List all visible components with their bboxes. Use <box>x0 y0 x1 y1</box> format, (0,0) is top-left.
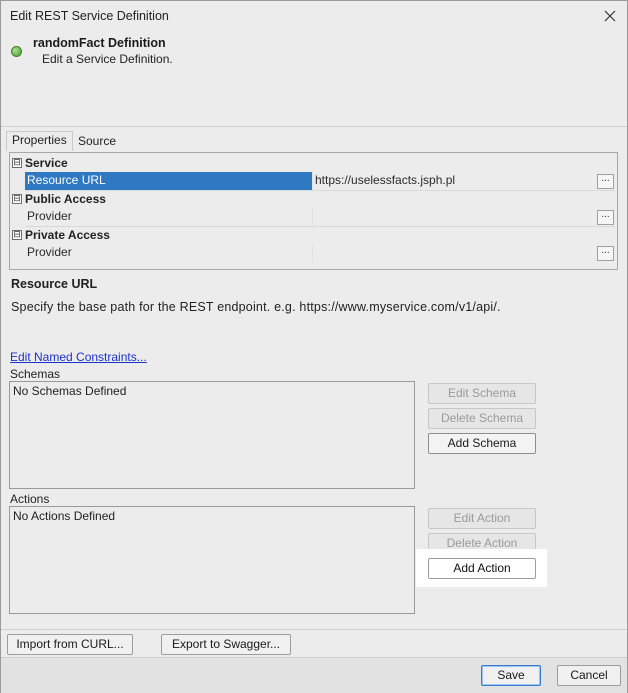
edit-named-constraints-link[interactable]: Edit Named Constraints... <box>10 350 147 364</box>
category-label: Service <box>25 156 68 170</box>
cancel-button[interactable]: Cancel <box>557 665 621 686</box>
actions-empty-text: No Actions Defined <box>13 509 116 523</box>
footer-divider <box>1 629 627 630</box>
property-name[interactable]: Provider <box>25 244 312 262</box>
property-value[interactable]: https://uselessfacts.jsph.pl <box>312 172 599 190</box>
header-title: randomFact Definition <box>33 36 166 50</box>
property-row-resource-url[interactable]: Resource URL https://uselessfacts.jsph.p… <box>10 172 617 190</box>
close-icon <box>604 10 616 22</box>
edit-schema-button[interactable]: Edit Schema <box>428 383 536 404</box>
header-subtitle: Edit a Service Definition. <box>42 52 173 66</box>
actions-label: Actions <box>10 492 50 506</box>
description-text: Specify the base path for the REST endpo… <box>11 300 501 314</box>
dialog-header: randomFact Definition Edit a Service Def… <box>1 31 627 127</box>
ellipsis-button[interactable]: ... <box>597 246 614 261</box>
edit-action-button[interactable]: Edit Action <box>428 508 536 529</box>
schemas-label: Schemas <box>10 367 61 381</box>
close-button[interactable] <box>599 6 621 26</box>
property-value[interactable] <box>312 208 599 226</box>
add-action-button[interactable]: Add Action <box>428 558 536 579</box>
category-label: Public Access <box>25 192 106 206</box>
dialog-footer: Save Cancel <box>1 657 627 693</box>
property-grid: ⊟ Service Resource URL https://uselessfa… <box>9 152 618 270</box>
category-row-public-access: ⊟ Public Access <box>10 190 617 208</box>
status-dot-icon <box>11 46 22 57</box>
property-row-public-provider[interactable]: Provider ... <box>10 208 617 226</box>
property-name[interactable]: Provider <box>25 208 312 226</box>
add-schema-button[interactable]: Add Schema <box>428 433 536 454</box>
window-title: Edit REST Service Definition <box>10 9 169 23</box>
description-title: Resource URL <box>11 277 98 291</box>
delete-schema-button[interactable]: Delete Schema <box>428 408 536 429</box>
collapse-icon[interactable]: ⊟ <box>12 194 22 204</box>
edit-rest-service-dialog: Edit REST Service Definition randomFact … <box>0 0 628 693</box>
tab-properties[interactable]: Properties <box>6 131 73 151</box>
import-from-curl-button[interactable]: Import from CURL... <box>7 634 133 655</box>
property-row-private-provider[interactable]: Provider ... <box>10 244 617 262</box>
category-label: Private Access <box>25 228 110 242</box>
actions-list[interactable]: No Actions Defined <box>9 506 415 614</box>
property-value[interactable] <box>312 244 599 262</box>
schemas-empty-text: No Schemas Defined <box>13 384 127 398</box>
collapse-icon[interactable]: ⊟ <box>12 230 22 240</box>
collapse-icon[interactable]: ⊟ <box>12 158 22 168</box>
schemas-list[interactable]: No Schemas Defined <box>9 381 415 489</box>
ellipsis-button[interactable]: ... <box>597 210 614 225</box>
export-to-swagger-button[interactable]: Export to Swagger... <box>161 634 291 655</box>
category-row-private-access: ⊟ Private Access <box>10 226 617 244</box>
ellipsis-button[interactable]: ... <box>597 174 614 189</box>
title-bar: Edit REST Service Definition <box>1 1 627 31</box>
category-row-service: ⊟ Service <box>10 154 617 172</box>
tab-source[interactable]: Source <box>73 133 121 152</box>
save-button[interactable]: Save <box>481 665 541 686</box>
property-name[interactable]: Resource URL <box>25 172 312 190</box>
